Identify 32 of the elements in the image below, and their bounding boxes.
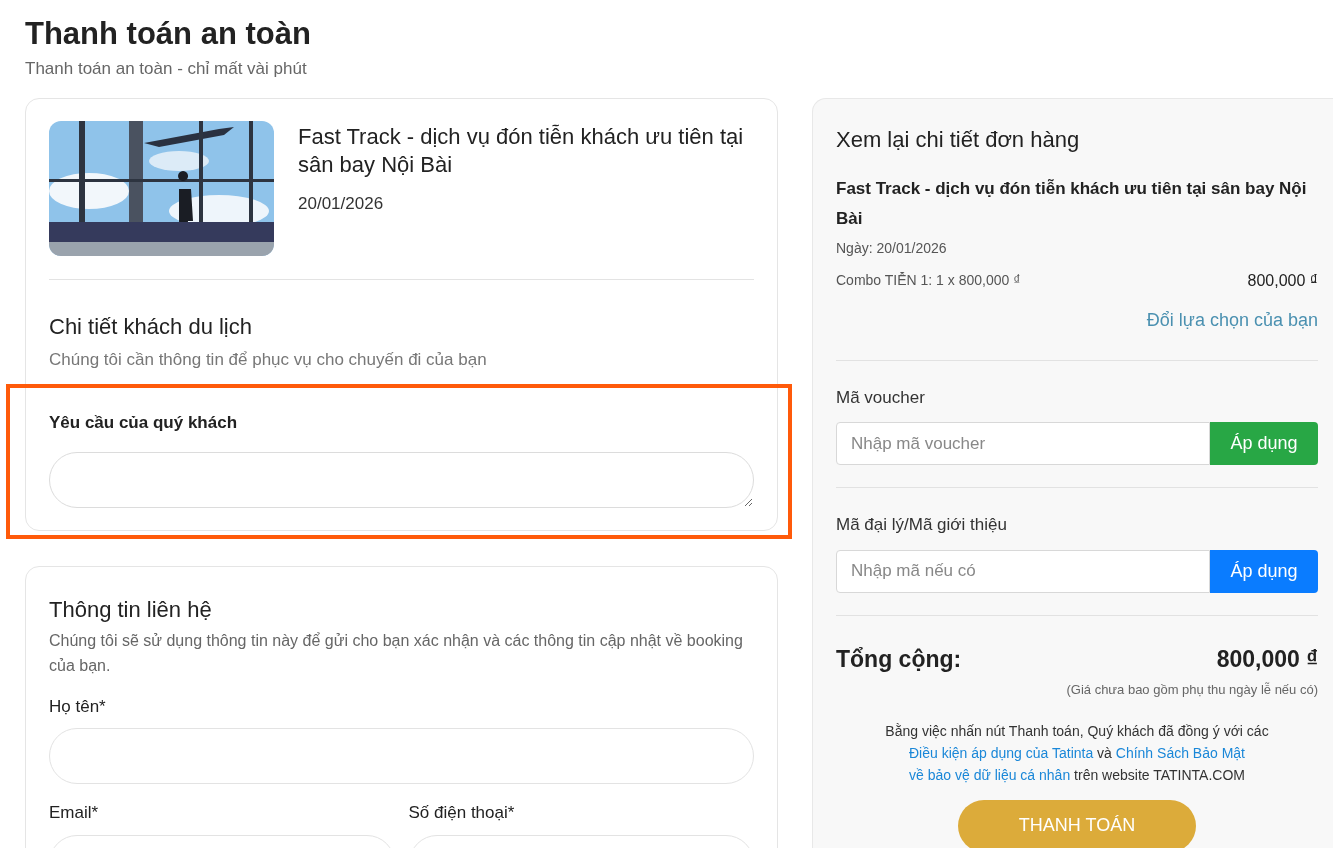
summary-heading: Xem lại chi tiết đơn hàng	[836, 125, 1080, 154]
field-label: Email*	[49, 802, 99, 824]
page-title: Thanh toán an toàn	[25, 15, 311, 53]
price-note: (Giá chưa bao gồm phụ thu ngày lễ nếu có)	[1066, 681, 1318, 699]
field-label: Mã đại lý/Mã giới thiệu	[836, 514, 1007, 536]
field-label: Yêu cầu của quý khách	[49, 412, 237, 434]
field-label: Mã voucher	[836, 386, 925, 409]
line-item-description: Combo TIỄN 1: 1 x 800,000 ₫	[836, 271, 1021, 290]
code-field[interactable]: Nhập mã nếu có	[836, 549, 1210, 593]
terms-link[interactable]: Điều kiện áp dụng của Tatinta	[909, 744, 1094, 761]
section-description: Chúng tôi sẽ sử dụng thông tin này để gửi cho bạn xác nhận và các thông tin cập nhật về booking của bạn.	[49, 630, 744, 676]
terms-text: Bằng việc nhấn nút Thanh toán, Quý khách đã đồng ý với các Điều kiện áp dụng của Tatinta và Chính Sách Bảo Mật về bảo vệ dữ liệu cá nhân trên website TATINTA.COM	[884, 721, 1270, 785]
total-label: Tổng cộng:	[836, 644, 962, 674]
terms-link[interactable]: về bảo vệ dữ liệu cá nhân	[909, 766, 1071, 783]
line-item-amount: 800,000 ₫	[1247, 270, 1318, 291]
order-date: Ngày: 20/01/2026	[836, 238, 947, 258]
apply-button[interactable]: Áp dụng	[1210, 422, 1318, 465]
product-date: 20/01/2026	[298, 192, 384, 215]
total-amount: 800,000 ₫	[1216, 644, 1318, 674]
section-heading: Chi tiết khách du lịch	[49, 312, 252, 341]
section-description: Chúng tôi cần thông tin để phục vụ cho chuyến đi của bạn	[49, 348, 487, 371]
code-field[interactable]: Nhập mã voucher	[836, 422, 1210, 465]
page-subtitle: Thanh toán an toàn - chỉ mất vài phút	[25, 58, 307, 80]
apply-button[interactable]: Áp dụng	[1210, 549, 1318, 593]
field-label: Số điện thoại*	[408, 802, 515, 824]
terms-link[interactable]: Chính Sách Bảo Mật	[1115, 744, 1245, 761]
product-title: Fast Track - dịch vụ đón tiễn khách ưu tiên tại sân bay Nội Bài	[298, 122, 745, 179]
change-selection-link[interactable]: Đổi lựa chọn của bạn	[1146, 306, 1318, 334]
product-title: Fast Track - dịch vụ đón tiễn khách ưu tiên tại sân bay Nội Bài	[836, 177, 1308, 230]
pay-button[interactable]: THANH TOÁN	[958, 799, 1196, 848]
section-heading: Thông tin liên hệ	[49, 595, 212, 624]
field-label: Họ tên*	[49, 695, 106, 718]
